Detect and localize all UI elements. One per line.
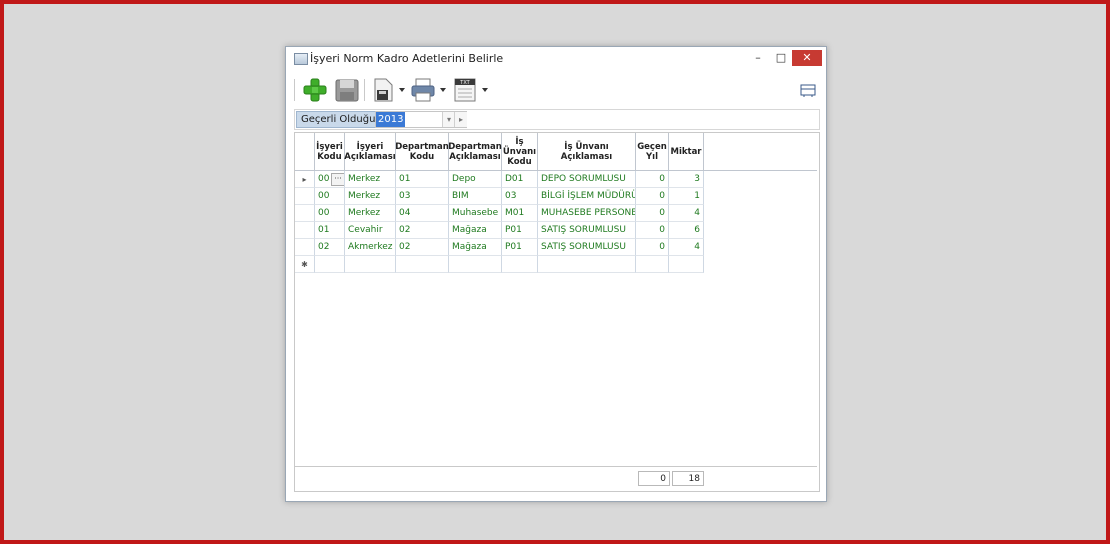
- column-header[interactable]: Geçen Yıl: [636, 133, 669, 171]
- new-row-cell[interactable]: [396, 256, 449, 273]
- table-cell[interactable]: 01: [396, 171, 449, 188]
- year-combobox[interactable]: 2013 ▾ ▸: [375, 111, 467, 128]
- new-row-cell[interactable]: [636, 256, 669, 273]
- row-indicator[interactable]: [295, 239, 315, 256]
- row-indicator[interactable]: [295, 188, 315, 205]
- add-icon[interactable]: [302, 77, 328, 103]
- table-cell[interactable]: 04: [396, 205, 449, 222]
- toolbar-separator: [364, 79, 365, 101]
- export-dropdown-arrow[interactable]: [482, 88, 488, 92]
- data-grid: İşyeri Kodu İşyeri Açıklaması Departman Ko…: [294, 132, 820, 492]
- table-cell[interactable]: 3: [669, 171, 704, 188]
- table-cell[interactable]: 02: [396, 239, 449, 256]
- print-icon[interactable]: [410, 77, 436, 103]
- row-indicator[interactable]: [295, 205, 315, 222]
- table-cell[interactable]: 00 ···: [315, 171, 345, 188]
- column-header[interactable]: Departman Kodu: [395, 133, 449, 171]
- table-cell[interactable]: Cevahir: [345, 222, 396, 239]
- table-cell[interactable]: 00: [315, 188, 345, 205]
- chevron-right-icon[interactable]: ▸: [454, 112, 467, 127]
- export-txt-label: TXT: [459, 80, 470, 86]
- app-window-icon: [294, 53, 308, 65]
- toolbar: TXT: [294, 75, 818, 105]
- table-cell[interactable]: BIM: [449, 188, 502, 205]
- column-header[interactable]: Departman Açıklaması: [448, 133, 502, 171]
- table-cell[interactable]: 0: [636, 171, 669, 188]
- toolbar-grip: [294, 79, 295, 101]
- title-bar: İşyeri Norm Kadro Adetlerini Belirle – □…: [286, 47, 826, 71]
- column-header[interactable]: İş Ünvanı Açıklaması: [538, 133, 636, 171]
- table-cell[interactable]: Depo: [449, 171, 502, 188]
- table-cell[interactable]: Akmerkez: [345, 239, 396, 256]
- table-cell[interactable]: P01: [502, 239, 538, 256]
- table-cell[interactable]: 03: [396, 188, 449, 205]
- table-cell[interactable]: 6: [669, 222, 704, 239]
- table-cell[interactable]: MUHASEBE PERSONELİ: [538, 205, 636, 222]
- new-row-cell[interactable]: [315, 256, 345, 273]
- export-txt-icon[interactable]: TXT: [452, 77, 478, 103]
- table-cell[interactable]: Merkez: [345, 188, 396, 205]
- print-dropdown-arrow[interactable]: [440, 88, 446, 92]
- save-as-icon[interactable]: [370, 77, 396, 103]
- window-title: İşyeri Norm Kadro Adetlerini Belirle: [310, 52, 504, 65]
- table-cell[interactable]: 02: [396, 222, 449, 239]
- column-header[interactable]: İşyeri Kodu: [315, 133, 345, 171]
- table-cell[interactable]: 4: [669, 239, 704, 256]
- table-cell[interactable]: DEPO SORUMLUSU: [538, 171, 636, 188]
- table-cell[interactable]: 00: [315, 205, 345, 222]
- filter-bar: Geçerli Olduğu Yıl 2013 ▾ ▸: [294, 109, 820, 130]
- table-cell[interactable]: SATIŞ SORUMLUSU: [538, 239, 636, 256]
- table-cell[interactable]: M01: [502, 205, 538, 222]
- table-cell[interactable]: SATIŞ SORUMLUSU: [538, 222, 636, 239]
- maximize-button[interactable]: □: [768, 50, 794, 66]
- table-cell[interactable]: 0: [636, 222, 669, 239]
- table-cell[interactable]: 0: [636, 239, 669, 256]
- lookup-ellipsis-button[interactable]: ···: [331, 173, 344, 186]
- new-row-cell[interactable]: [449, 256, 502, 273]
- table-cell[interactable]: Muhasebe: [449, 205, 502, 222]
- row-indicator[interactable]: ▸: [295, 171, 315, 188]
- table-cell[interactable]: 02: [315, 239, 345, 256]
- table-cell[interactable]: 4: [669, 205, 704, 222]
- new-row-cell[interactable]: [669, 256, 704, 273]
- table-cell[interactable]: D01: [502, 171, 538, 188]
- dialog-window: İşyeri Norm Kadro Adetlerini Belirle – □…: [285, 46, 827, 502]
- grid-footer: 0 18: [295, 466, 817, 491]
- new-row-cell[interactable]: [502, 256, 538, 273]
- table-cell[interactable]: Mağaza: [449, 222, 502, 239]
- table-cell[interactable]: Merkez: [345, 205, 396, 222]
- year-value[interactable]: 2013: [376, 112, 406, 127]
- total-miktar: 18: [672, 471, 704, 486]
- table-cell[interactable]: 03: [502, 188, 538, 205]
- table-cell[interactable]: 1: [669, 188, 704, 205]
- row-indicator[interactable]: [295, 222, 315, 239]
- layout-icon[interactable]: [800, 82, 816, 98]
- new-row-indicator[interactable]: ✱: [295, 256, 315, 273]
- table-cell[interactable]: 0: [636, 188, 669, 205]
- total-gecen-yil: 0: [638, 471, 670, 486]
- header-filler: [704, 133, 817, 171]
- table-cell[interactable]: Merkez: [345, 171, 396, 188]
- save-as-dropdown-arrow[interactable]: [399, 88, 405, 92]
- new-row-cell[interactable]: [345, 256, 396, 273]
- table-cell[interactable]: 01: [315, 222, 345, 239]
- table-cell[interactable]: BİLGİ İŞLEM MÜDÜRÜ: [538, 188, 636, 205]
- column-header[interactable]: Miktar: [669, 133, 704, 171]
- new-row-cell[interactable]: [538, 256, 636, 273]
- table-cell[interactable]: 0: [636, 205, 669, 222]
- row-indicator-header: [295, 133, 315, 171]
- table-cell[interactable]: Mağaza: [449, 239, 502, 256]
- save-icon[interactable]: [334, 77, 360, 103]
- column-header[interactable]: İşyeri Açıklaması: [344, 133, 396, 171]
- table-cell[interactable]: P01: [502, 222, 538, 239]
- close-button[interactable]: ✕: [792, 50, 822, 66]
- column-header[interactable]: İş Ünvanı Kodu: [502, 133, 538, 171]
